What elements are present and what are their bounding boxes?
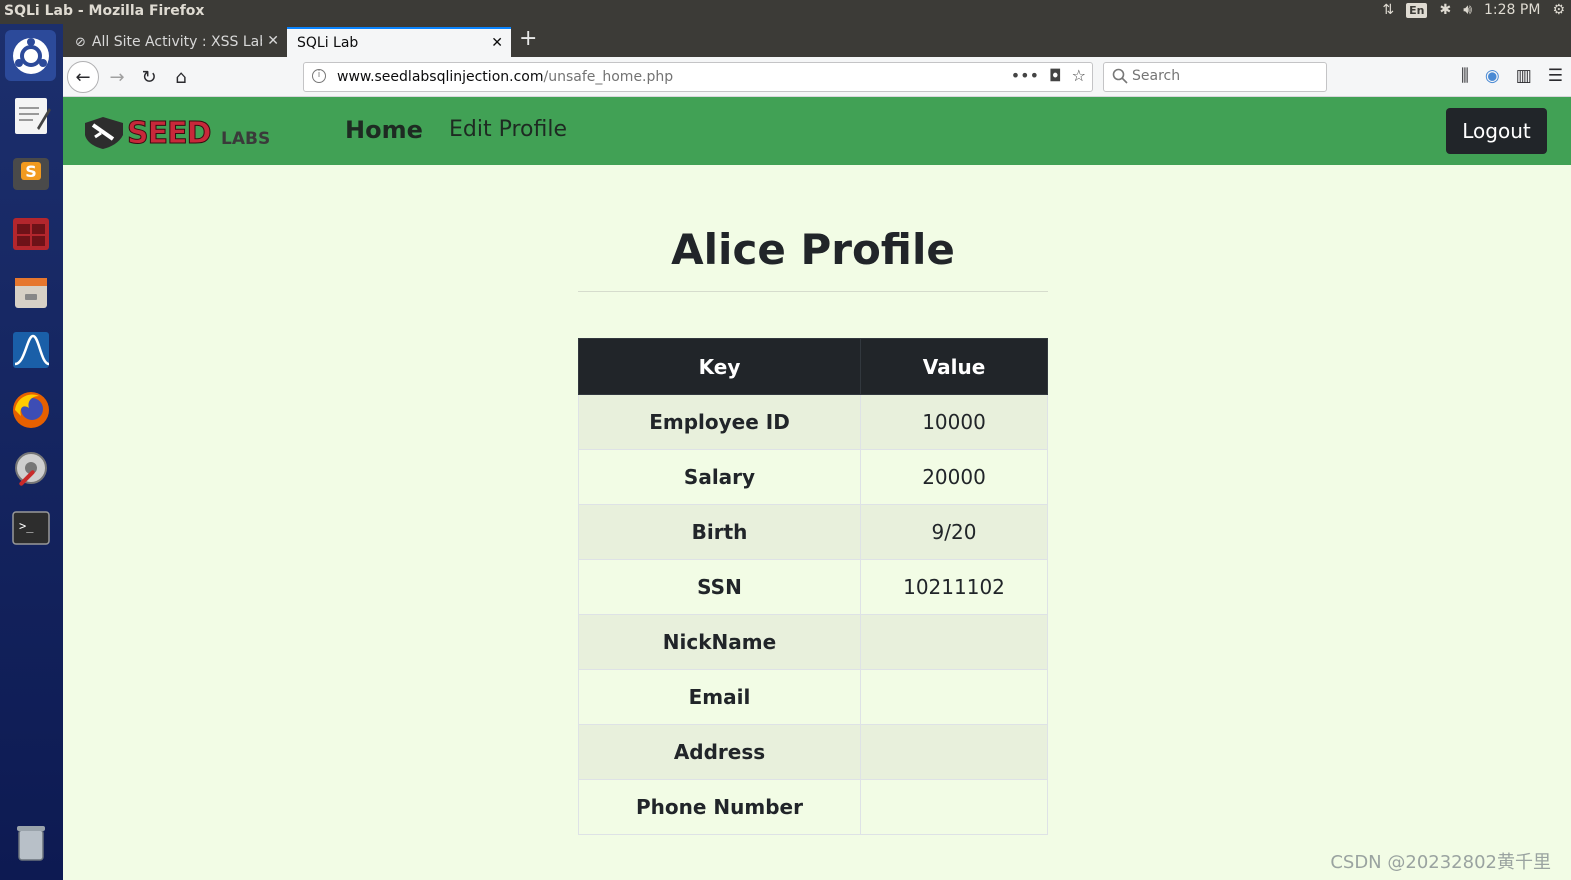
svg-text:>_: >_: [19, 519, 34, 533]
row-value: 20000: [860, 449, 1048, 505]
site-navbar: SEED LABS Home Edit Profile Logout: [63, 97, 1571, 165]
reload-button[interactable]: ↻: [135, 63, 163, 91]
sync-account-icon[interactable]: ◉: [1485, 66, 1500, 86]
clock[interactable]: 1:28 PM: [1484, 2, 1540, 18]
trash-icon[interactable]: [5, 816, 56, 867]
terminal-icon[interactable]: >_: [5, 502, 56, 553]
network-icon[interactable]: ⇅: [1382, 2, 1394, 18]
tab-strip: ⊘ All Site Activity : XSS Lab ✕ SQLi Lab…: [63, 24, 1571, 57]
firefox-icon[interactable]: [5, 384, 56, 435]
row-key: Birth: [578, 504, 861, 560]
page-viewport: SEED LABS Home Edit Profile Logout Alice…: [63, 97, 1571, 880]
row-value: [860, 779, 1048, 835]
volume-icon[interactable]: 🔊︎: [1463, 2, 1472, 18]
home-icon[interactable]: ⌂: [167, 63, 195, 91]
table-row: Salary 20000: [578, 449, 1048, 505]
watermark-text: CSDN @20232802黄千里: [1330, 852, 1551, 873]
window-title: SQLi Lab - Mozilla Firefox: [4, 3, 205, 19]
row-key: Phone Number: [578, 779, 861, 835]
row-key: Employee ID: [578, 394, 861, 450]
sidebar-toggle-icon[interactable]: ▥: [1516, 66, 1532, 86]
table-row: Employee ID 10000: [578, 394, 1048, 450]
os-top-panel: SQLi Lab - Mozilla Firefox ⇅ En ✱ 🔊︎ 1:2…: [0, 0, 1571, 24]
row-value: 10000: [860, 394, 1048, 450]
favicon-icon: ⊘: [75, 34, 86, 50]
page-title: Alice Profile: [671, 225, 955, 274]
row-value: 10211102: [860, 559, 1048, 615]
svg-text:S: S: [25, 162, 37, 181]
page-actions-icon[interactable]: •••: [1011, 66, 1039, 85]
url-bar[interactable]: i www.seedlabsqlinjection.com/unsafe_hom…: [303, 62, 1093, 92]
terminal-red-icon[interactable]: [5, 208, 56, 259]
row-value: [860, 614, 1048, 670]
header-key: Key: [578, 338, 861, 395]
hamburger-menu-icon[interactable]: ☰: [1548, 66, 1563, 86]
row-key: Email: [578, 669, 861, 725]
system-indicators: ⇅ En ✱ 🔊︎ 1:28 PM ⚙: [1382, 2, 1565, 18]
table-header-row: Key Value: [578, 338, 1048, 395]
close-tab-icon[interactable]: ✕: [491, 35, 503, 51]
url-text[interactable]: www.seedlabsqlinjection.com/unsafe_home.…: [337, 69, 673, 85]
search-bar[interactable]: [1103, 62, 1327, 92]
svg-text:SEED: SEED: [127, 116, 211, 151]
text-editor-icon[interactable]: [5, 90, 56, 141]
row-value: [860, 724, 1048, 780]
row-key: SSN: [578, 559, 861, 615]
logout-button[interactable]: Logout: [1446, 108, 1547, 154]
ubuntu-dash-icon[interactable]: [5, 30, 56, 81]
forward-button[interactable]: →: [103, 63, 131, 91]
divider: [578, 291, 1048, 292]
svg-text:LABS: LABS: [221, 129, 270, 149]
search-icon: [1112, 68, 1128, 88]
unity-launcher: S >_: [0, 24, 63, 880]
row-key: NickName: [578, 614, 861, 670]
nav-edit-profile-link[interactable]: Edit Profile: [449, 117, 567, 142]
seedlabs-logo[interactable]: SEED LABS: [81, 113, 281, 155]
table-row: Phone Number: [578, 779, 1048, 835]
site-info-icon[interactable]: i: [312, 69, 326, 83]
nav-home-link[interactable]: Home: [345, 116, 423, 144]
table-row: Email: [578, 669, 1048, 725]
system-settings-icon[interactable]: [5, 442, 56, 493]
search-input[interactable]: [1132, 68, 1312, 84]
close-tab-icon[interactable]: ✕: [267, 33, 279, 49]
profile-table: Key Value Employee ID 10000 Salary 20000 B…: [578, 338, 1048, 835]
tab-label: SQLi Lab: [297, 35, 359, 51]
wireshark-icon[interactable]: [5, 324, 56, 375]
bluetooth-icon[interactable]: ✱: [1439, 2, 1451, 18]
table-row: Birth 9/20: [578, 504, 1048, 560]
tab-label: All Site Activity : XSS Lab: [91, 34, 262, 50]
row-key: Salary: [578, 449, 861, 505]
pocket-icon[interactable]: ◘: [1049, 66, 1062, 85]
table-row: SSN 10211102: [578, 559, 1048, 615]
back-button[interactable]: ←: [67, 61, 99, 93]
row-key: Address: [578, 724, 861, 780]
tab-sqli-lab[interactable]: SQLi Lab ✕: [287, 27, 511, 57]
tab-xss-lab[interactable]: ⊘ All Site Activity : XSS Lab ✕: [65, 27, 287, 57]
new-tab-button[interactable]: +: [519, 26, 537, 51]
header-value: Value: [860, 338, 1048, 395]
sublime-text-icon[interactable]: S: [5, 148, 56, 199]
table-row: Address: [578, 724, 1048, 780]
table-row: NickName: [578, 614, 1048, 670]
row-value: 9/20: [860, 504, 1048, 560]
library-icon[interactable]: ⫼: [1461, 66, 1469, 86]
navigation-toolbar: ← → ↻ ⌂ i www.seedlabsqlinjection.com/un…: [63, 57, 1571, 97]
settings-gear-icon[interactable]: ⚙: [1552, 2, 1565, 18]
keyboard-layout-indicator[interactable]: En: [1406, 2, 1428, 18]
files-icon[interactable]: [5, 266, 56, 317]
row-value: [860, 669, 1048, 725]
bookmark-star-icon[interactable]: ☆: [1072, 66, 1086, 85]
